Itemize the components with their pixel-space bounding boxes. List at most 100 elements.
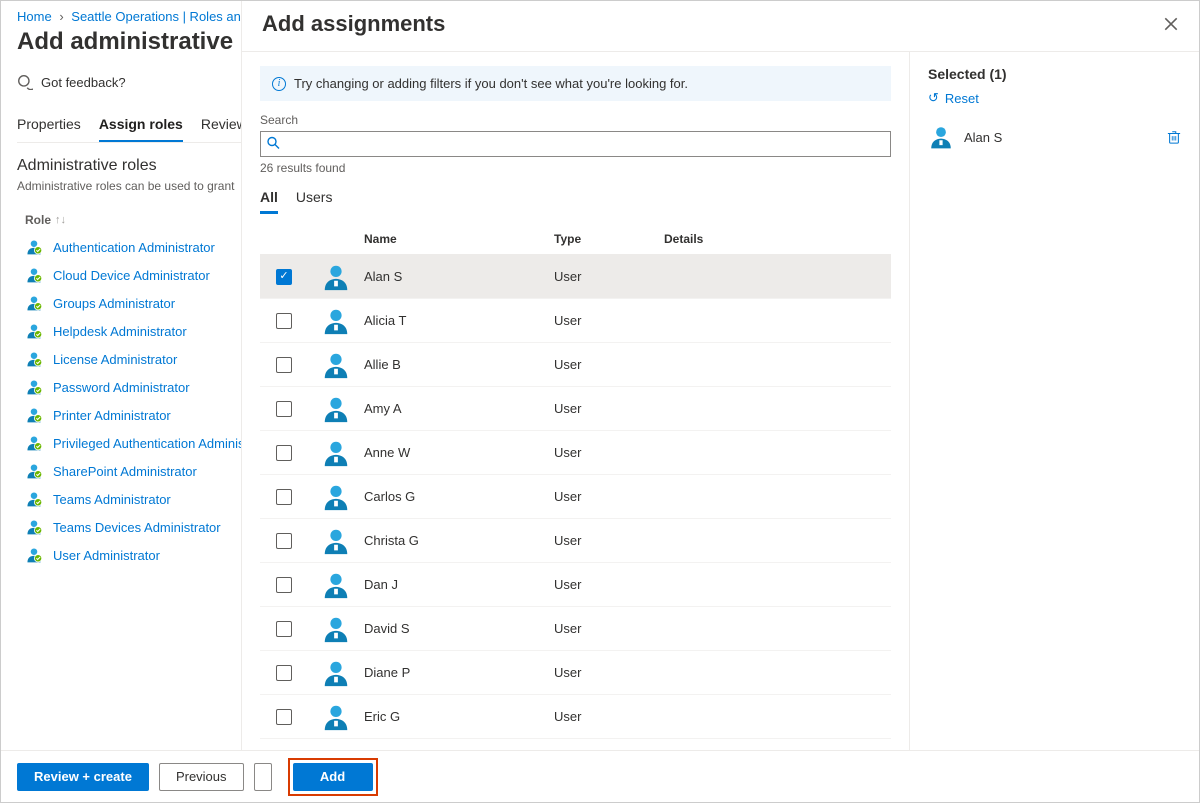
user-avatar-icon [321,438,351,468]
role-icon [25,350,43,368]
type-tab-all[interactable]: All [260,189,278,214]
user-row[interactable]: Carlos GUser [260,475,891,519]
selected-item: Alan S [928,124,1181,150]
row-name: Christa G [364,533,554,548]
row-type: User [554,709,664,724]
col-details[interactable]: Details [664,232,891,246]
role-icon [25,434,43,452]
row-checkbox[interactable] [276,445,292,461]
user-avatar-icon [321,306,351,336]
row-checkbox[interactable] [276,313,292,329]
role-link[interactable]: Authentication Administrator [53,240,215,255]
trash-icon[interactable] [1167,130,1181,144]
row-name: Diane P [364,665,554,680]
role-link[interactable]: Teams Devices Administrator [53,520,221,535]
review-create-button[interactable]: Review + create [17,763,149,791]
row-type: User [554,313,664,328]
row-checkbox[interactable] [276,665,292,681]
role-link[interactable]: User Administrator [53,548,160,563]
grid-header: Name Type Details [260,224,891,255]
user-avatar-icon [321,394,351,424]
user-avatar-icon [321,526,351,556]
feedback-icon [17,74,33,90]
result-count: 26 results found [260,161,891,175]
col-type[interactable]: Type [554,232,664,246]
tab-properties[interactable]: Properties [17,110,81,142]
user-avatar-icon [321,482,351,512]
user-avatar-icon [321,262,351,292]
row-checkbox[interactable] [276,533,292,549]
user-row[interactable]: Amy AUser [260,387,891,431]
user-avatar-icon [321,570,351,600]
row-name: Alan S [364,269,554,284]
row-name: Dan J [364,577,554,592]
search-input[interactable] [260,131,891,157]
row-checkbox[interactable] [276,401,292,417]
add-button[interactable]: Add [293,763,373,791]
info-icon: i [272,77,286,91]
role-icon [25,266,43,284]
row-checkbox[interactable] [276,489,292,505]
role-icon [25,546,43,564]
user-avatar-icon [321,350,351,380]
role-link[interactable]: Printer Administrator [53,408,171,423]
row-name: Alicia T [364,313,554,328]
role-link[interactable]: Password Administrator [53,380,190,395]
role-link[interactable]: Helpdesk Administrator [53,324,187,339]
col-name[interactable]: Name [364,232,554,246]
row-checkbox[interactable] [276,621,292,637]
role-link[interactable]: Groups Administrator [53,296,175,311]
selected-item-name: Alan S [964,130,1002,145]
breadcrumb-home[interactable]: Home [17,9,52,24]
role-link[interactable]: Teams Administrator [53,492,171,507]
role-icon [25,490,43,508]
role-column-label: Role [25,213,51,227]
row-type: User [554,665,664,680]
user-row[interactable]: Christa GUser [260,519,891,563]
close-icon[interactable] [1163,16,1179,32]
selected-column: Selected (1) ↻ Reset Alan S [909,52,1199,750]
search-label: Search [260,113,891,127]
user-row[interactable]: Allie BUser [260,343,891,387]
user-row[interactable]: Diane PUser [260,651,891,695]
role-icon [25,322,43,340]
undo-icon: ↻ [928,90,939,106]
info-banner: i Try changing or adding filters if you … [260,66,891,101]
user-row[interactable]: David SUser [260,607,891,651]
role-icon [25,406,43,424]
role-icon [25,294,43,312]
user-avatar-icon [321,658,351,688]
user-row[interactable]: Dan JUser [260,563,891,607]
next-button-truncated[interactable] [254,763,272,791]
role-link[interactable]: Privileged Authentication Administ [53,436,248,451]
row-checkbox[interactable] [276,357,292,373]
results-grid-scroll[interactable]: Name Type Details Alan SUserAlicia TUser… [260,224,891,750]
panel-title: Add assignments [262,11,445,37]
row-checkbox[interactable] [276,709,292,725]
breadcrumb-parent[interactable]: Seattle Operations | Roles and [71,9,248,24]
role-icon [25,462,43,480]
row-name: Eric G [364,709,554,724]
role-link[interactable]: Cloud Device Administrator [53,268,210,283]
row-checkbox[interactable] [276,577,292,593]
row-type: User [554,269,664,284]
footer-bar: Review + create Previous Add [1,750,1199,802]
tab-review[interactable]: Review [201,110,247,142]
row-type: User [554,489,664,504]
reset-link[interactable]: ↻ Reset [928,90,1181,106]
user-row[interactable]: Alicia TUser [260,299,891,343]
role-link[interactable]: SharePoint Administrator [53,464,197,479]
type-tab-users[interactable]: Users [296,189,333,214]
user-row[interactable]: Eric GUser [260,695,891,739]
role-icon [25,378,43,396]
user-row[interactable]: Anne WUser [260,431,891,475]
user-row[interactable]: Alan SUser [260,255,891,299]
role-link[interactable]: License Administrator [53,352,177,367]
row-checkbox[interactable] [276,269,292,285]
tab-assign-roles[interactable]: Assign roles [99,110,183,142]
type-tabs: All Users [260,189,891,214]
row-type: User [554,577,664,592]
row-name: David S [364,621,554,636]
feedback-label: Got feedback? [41,75,126,90]
previous-button[interactable]: Previous [159,763,244,791]
